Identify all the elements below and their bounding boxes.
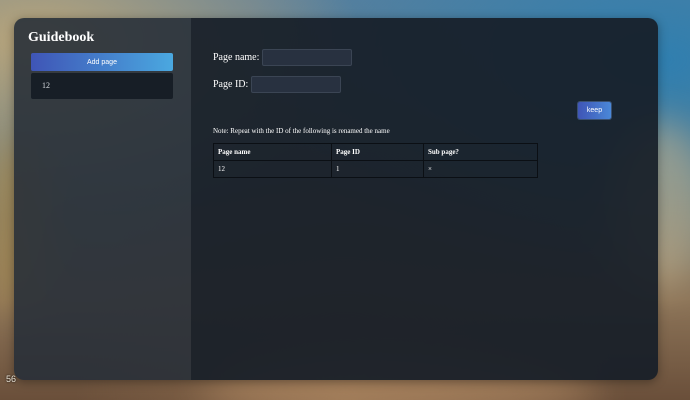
main-panel: Page name: Page ID: keep Note: Repeat wi… [191, 18, 658, 380]
page-id-row: Page ID: [213, 75, 658, 93]
pages-table: Page name Page ID Sub page? 12 1 × [213, 143, 538, 178]
cell-page-id: 1 [331, 160, 424, 178]
page-name-row: Page name: [213, 48, 658, 66]
keep-button[interactable]: keep [578, 102, 611, 119]
column-header-sub-page: Sub page? [423, 143, 538, 161]
table-row: 12 1 × [213, 160, 538, 178]
guidebook-window: Guidebook Add page 12 Page name: Page ID… [14, 18, 658, 380]
column-header-page-name: Page name [213, 143, 332, 161]
page-list-item[interactable]: 12 [31, 73, 173, 99]
cell-page-name: 12 [213, 160, 332, 178]
page-id-input[interactable] [251, 75, 342, 93]
cell-sub-page: × [423, 160, 538, 178]
page-list: 12 [31, 73, 173, 99]
column-header-page-id: Page ID [331, 143, 424, 161]
table-header-row: Page name Page ID Sub page? [213, 143, 538, 161]
hud-corner-text: 56 [6, 374, 17, 384]
page-name-label: Page name: [213, 51, 260, 63]
note-text: Note: Repeat with the ID of the followin… [213, 127, 390, 135]
app-title: Guidebook [28, 30, 95, 45]
page-name-input[interactable] [262, 48, 353, 66]
sidebar: Guidebook Add page 12 [14, 18, 191, 380]
add-page-button[interactable]: Add page [31, 53, 173, 71]
page-id-label: Page ID: [213, 78, 249, 90]
